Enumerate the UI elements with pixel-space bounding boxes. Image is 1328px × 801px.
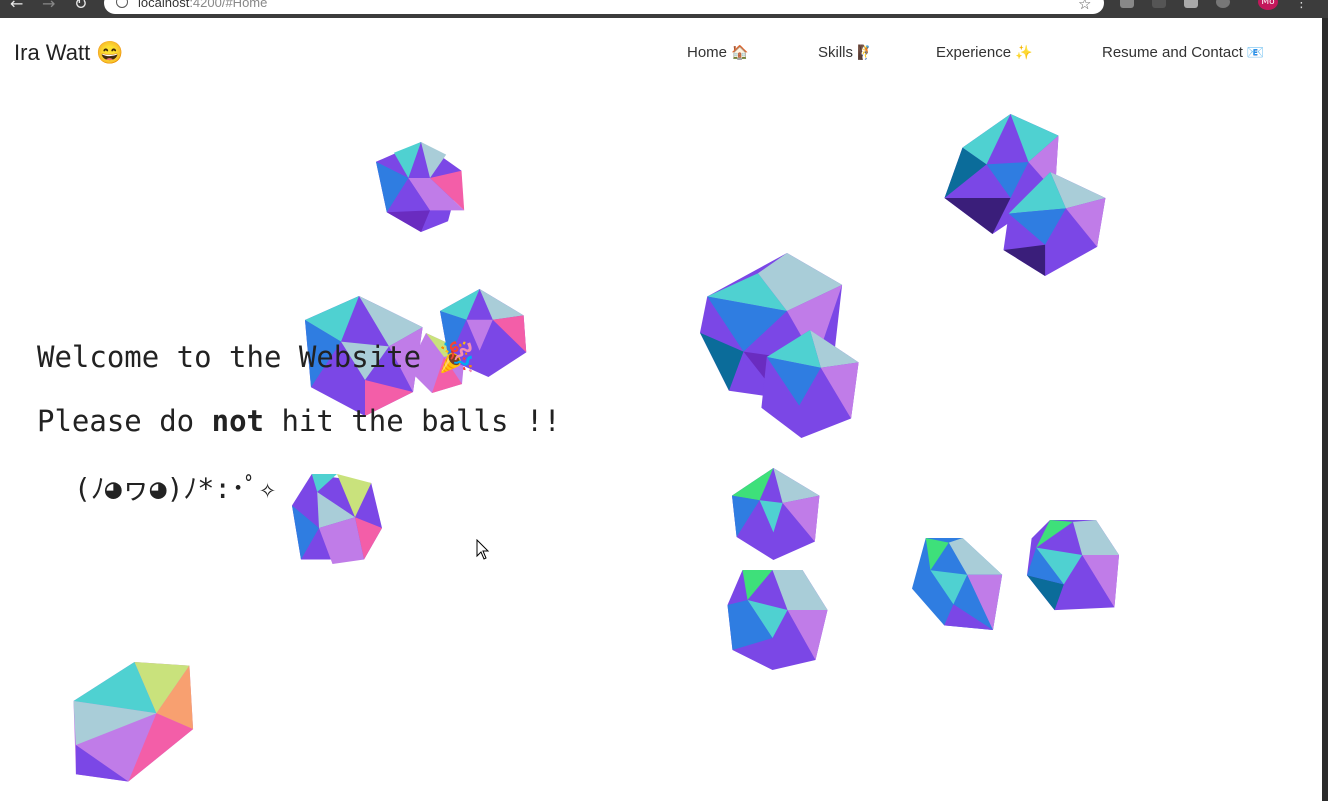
icosahedron[interactable]: [730, 468, 826, 560]
nav-home-label: Home: [687, 44, 728, 61]
site-brand[interactable]: Ira Watt 😄: [14, 40, 124, 66]
icosahedron[interactable]: [726, 570, 829, 670]
house-icon: 🏠: [731, 44, 749, 60]
welcome-heading: Welcome to the Website 🎉: [37, 340, 475, 374]
reload-icon[interactable]: ↻: [74, 0, 87, 12]
sparkles-icon: ✨: [1015, 44, 1033, 60]
extension-icon[interactable]: [1120, 0, 1134, 8]
browser-toolbar: ← → ↻ localhost:4200/#Home ☆ Mo ⋮: [0, 0, 1328, 18]
nav-resume-contact[interactable]: Resume and Contact 📧: [1102, 44, 1264, 61]
nav-home[interactable]: Home 🏠: [687, 44, 748, 61]
url-text[interactable]: localhost:4200/#Home: [138, 0, 267, 10]
icosahedron[interactable]: [62, 662, 207, 784]
icosahedron[interactable]: [376, 140, 466, 234]
kaomoji: (ﾉ◕ヮ◕)ﾉ*:･ﾟ✧: [74, 472, 277, 505]
warning-text: Please do not hit the balls !!: [37, 404, 561, 438]
nav-skills[interactable]: Skills 🧗: [818, 44, 874, 61]
icosahedron[interactable]: [904, 538, 1012, 630]
warning-pre: Please do: [37, 404, 212, 438]
nav-experience[interactable]: Experience ✨: [936, 44, 1032, 61]
climber-icon: 🧗: [857, 44, 875, 60]
icosahedron[interactable]: [1014, 520, 1132, 612]
extension-icon[interactable]: [1184, 0, 1198, 8]
icosahedron[interactable]: [998, 172, 1113, 276]
url-host: localhost: [138, 0, 190, 10]
email-icon: 📧: [1246, 44, 1265, 60]
nav-experience-label: Experience: [936, 44, 1012, 61]
bookmark-star-icon[interactable]: ☆: [1078, 0, 1091, 13]
mouse-cursor-icon: [476, 539, 490, 560]
nav-resume-label: Resume and Contact: [1102, 44, 1243, 61]
profile-avatar[interactable]: Mo: [1258, 0, 1278, 10]
menu-kebab-icon[interactable]: ⋮: [1295, 0, 1308, 11]
warning-emphasis: not: [211, 404, 264, 438]
url-path: :4200/#Home: [189, 0, 268, 10]
back-icon[interactable]: ←: [10, 0, 23, 12]
forward-icon[interactable]: →: [42, 0, 55, 12]
extension-icon[interactable]: [1152, 0, 1166, 8]
icosahedron[interactable]: [755, 330, 865, 438]
warning-post: hit the balls !!: [264, 404, 561, 438]
extension-icon[interactable]: [1216, 0, 1230, 8]
icosahedron[interactable]: [286, 474, 388, 564]
scrollbar[interactable]: [1322, 18, 1328, 801]
nav-skills-label: Skills: [818, 44, 854, 61]
